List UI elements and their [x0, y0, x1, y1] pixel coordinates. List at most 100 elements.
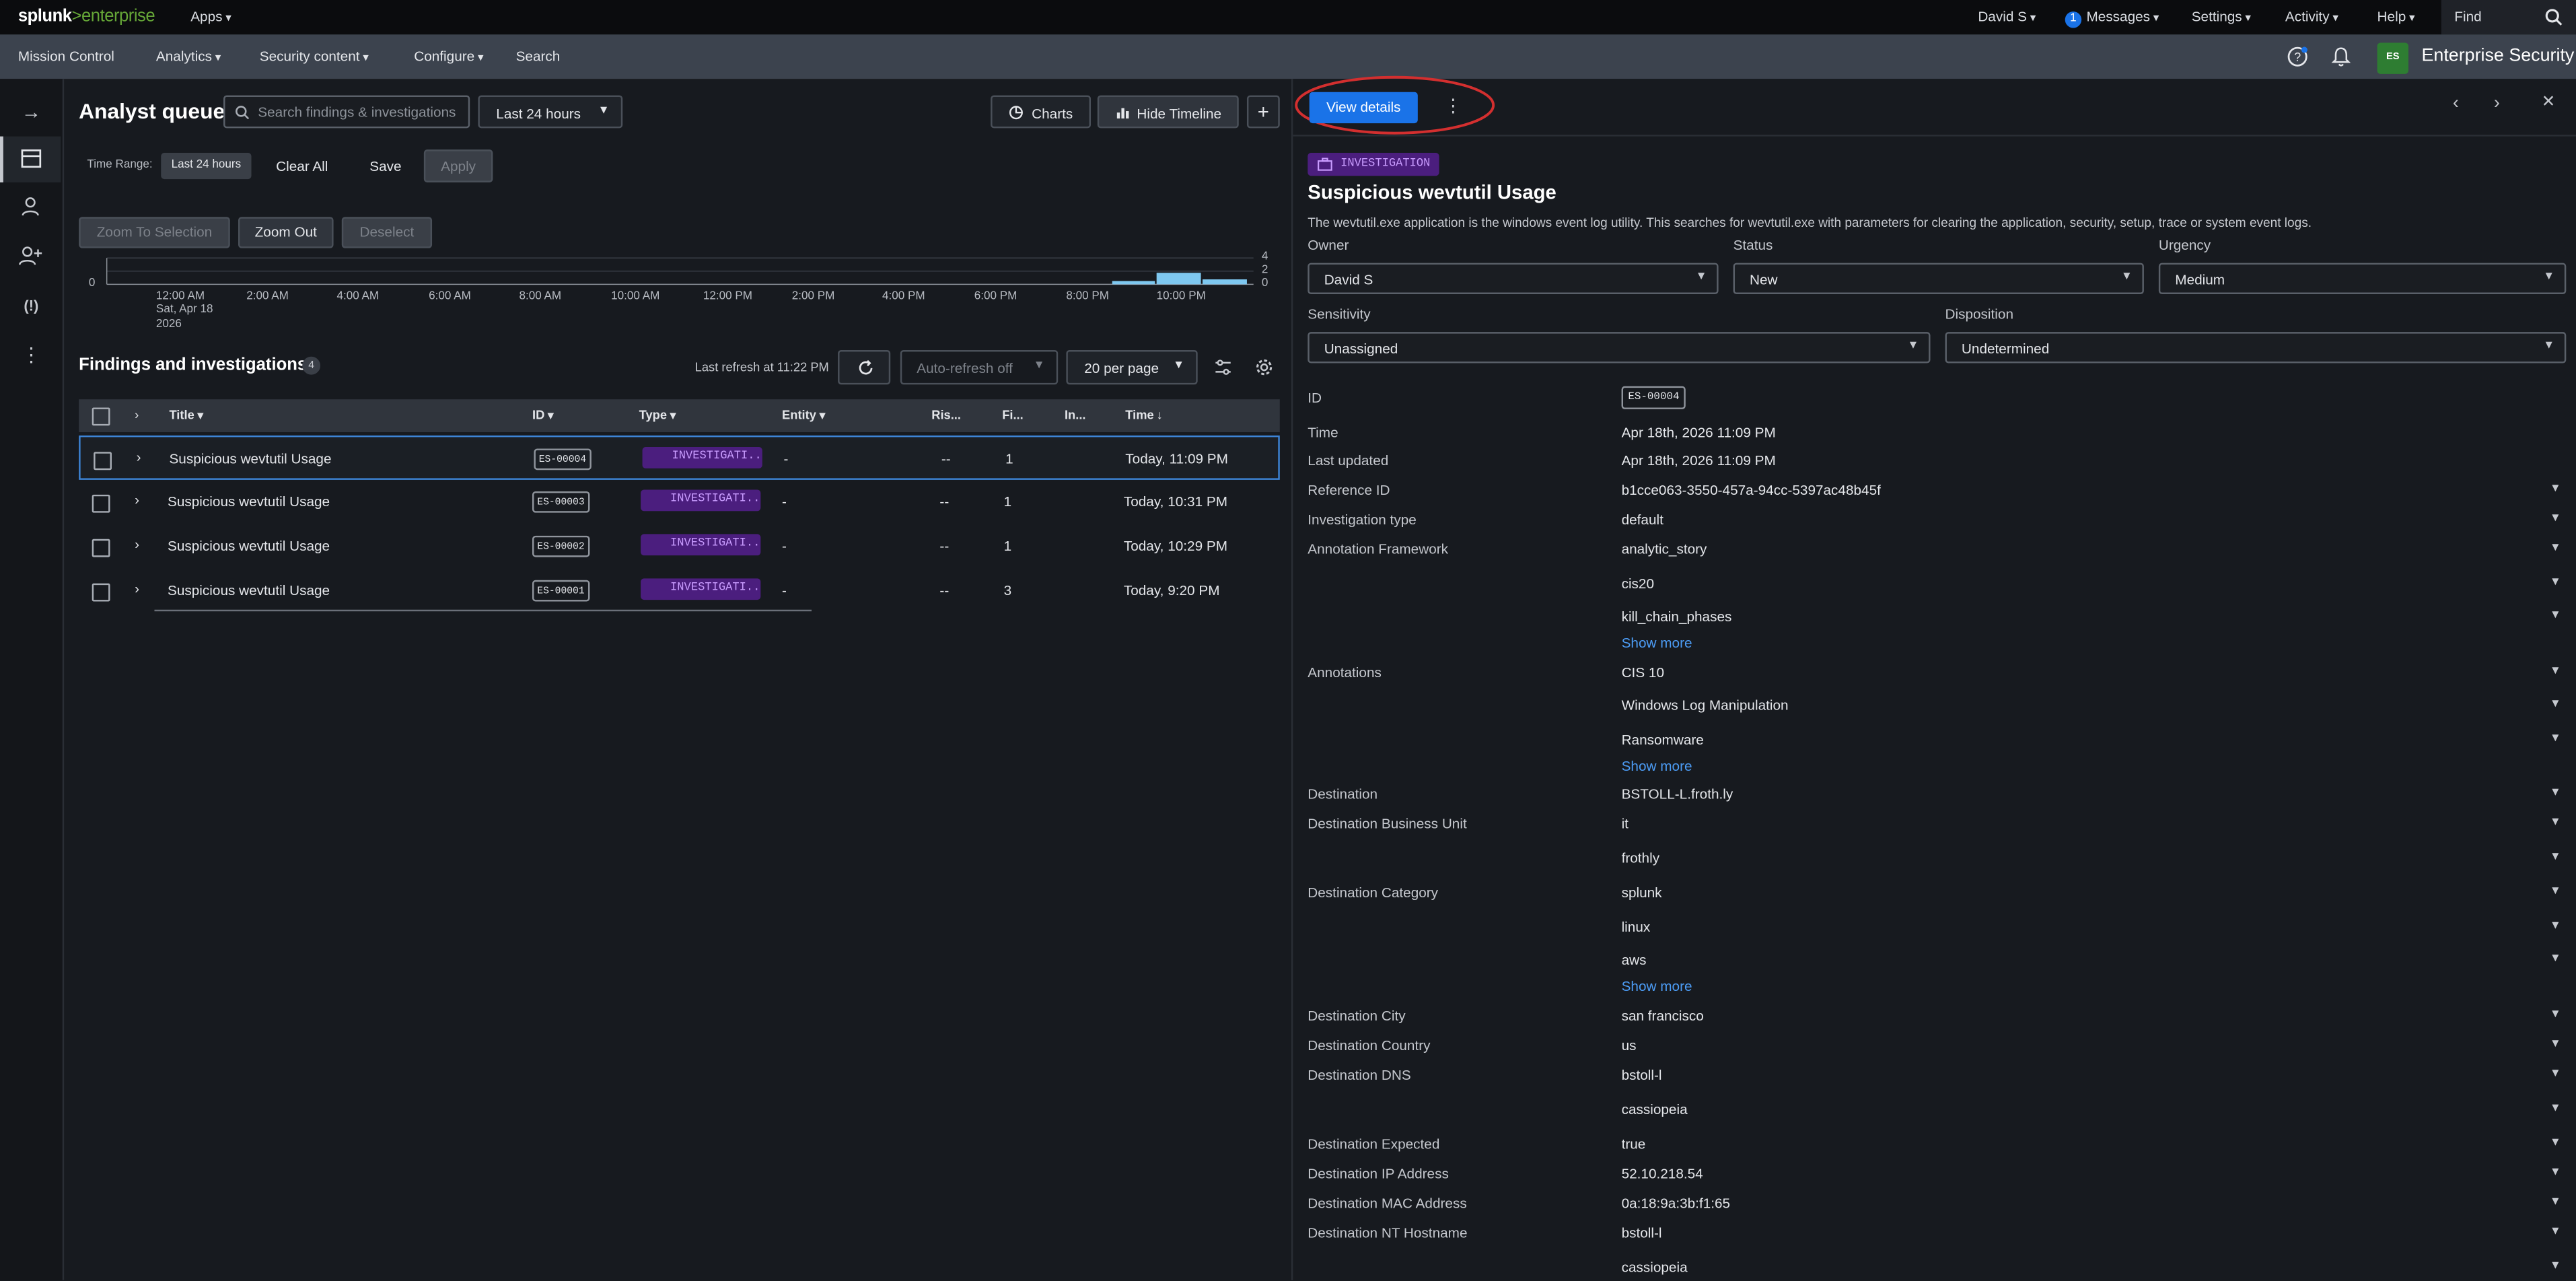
nav-mission-control[interactable]: Mission Control	[18, 48, 114, 64]
field-menu-icon[interactable]: ▼	[2550, 610, 2561, 621]
help-menu[interactable]: Help	[2377, 8, 2415, 24]
expand-row-icon[interactable]: ›	[135, 491, 139, 508]
bell-icon[interactable]	[2331, 46, 2351, 67]
field-menu-icon[interactable]: ▼	[2550, 1009, 2561, 1020]
nav-security-content[interactable]: Security content	[260, 48, 369, 64]
field-menu-icon[interactable]: ▼	[2550, 953, 2561, 965]
view-details-button[interactable]: View details	[1309, 92, 1418, 124]
field-menu-icon[interactable]: ▼	[2550, 543, 2561, 554]
row-checkbox[interactable]	[94, 452, 112, 471]
row-checkbox[interactable]	[92, 494, 110, 513]
find-input[interactable]: Find	[2441, 0, 2576, 35]
field-menu-icon[interactable]: ▼	[2550, 886, 2561, 897]
auto-refresh-select[interactable]: Auto-refresh off ▼	[900, 349, 1059, 385]
show-more-link[interactable]: Show more	[1622, 634, 1692, 650]
field-menu-icon[interactable]: ▼	[2550, 1196, 2561, 1208]
field-menu-icon[interactable]: ▼	[2550, 1226, 2561, 1237]
refresh-button[interactable]	[838, 349, 891, 385]
expand-row-icon[interactable]: ›	[137, 448, 141, 464]
show-more-link[interactable]: Show more	[1622, 978, 1692, 994]
field-menu-icon[interactable]: ▼	[2550, 787, 2561, 798]
row-title[interactable]: Suspicious wevtutil Usage	[168, 582, 330, 598]
row-checkbox[interactable]	[92, 539, 110, 557]
disposition-select[interactable]: Undetermined ▼	[1945, 332, 2567, 363]
more-vertical-icon[interactable]: ⋮	[18, 342, 44, 368]
owner-select[interactable]: David S ▼	[1308, 263, 1719, 294]
help-circle-icon[interactable]: ?	[2287, 46, 2308, 67]
column-risk[interactable]: Ris...	[931, 407, 961, 422]
row-title[interactable]: Suspicious wevtutil Usage	[168, 537, 330, 553]
activity-menu[interactable]: Activity	[2285, 8, 2338, 24]
column-title[interactable]: Title	[169, 407, 203, 422]
status-select[interactable]: New ▼	[1733, 263, 2144, 294]
user-icon[interactable]	[20, 196, 41, 217]
zoom-to-selection-button[interactable]: Zoom To Selection	[79, 217, 230, 248]
field-menu-icon[interactable]: ▼	[2550, 1260, 2561, 1272]
splunk-logo[interactable]: splunk>enterprise	[18, 7, 155, 26]
field-menu-icon[interactable]: ▼	[2550, 733, 2561, 745]
user-menu[interactable]: David S	[1978, 8, 2036, 24]
close-icon[interactable]: ✕	[2542, 94, 2555, 112]
per-page-select[interactable]: 20 per page ▼	[1066, 349, 1198, 385]
nav-search[interactable]: Search	[516, 48, 561, 64]
urgency-select[interactable]: Medium ▼	[2158, 263, 2567, 294]
next-arrow-icon[interactable]: ›	[2494, 94, 2500, 113]
gear-icon[interactable]	[1255, 358, 1273, 376]
table-row[interactable]: › Suspicious wevtutil Usage ES-00003 INV…	[79, 480, 1280, 524]
findings-search-input[interactable]: Search findings & investigations	[223, 95, 470, 129]
field-menu-icon[interactable]: ▼	[2550, 817, 2561, 828]
filter-sliders-icon[interactable]	[1214, 358, 1232, 376]
messages-menu[interactable]: 1 Messages	[2065, 8, 2159, 28]
apply-button[interactable]: Apply	[423, 149, 493, 182]
row-title[interactable]: Suspicious wevtutil Usage	[169, 450, 331, 466]
settings-menu[interactable]: Settings	[2192, 8, 2251, 24]
field-menu-icon[interactable]: ▼	[2550, 1068, 2561, 1080]
alert-icon[interactable]: (!)	[18, 293, 44, 319]
column-id[interactable]: ID	[532, 407, 554, 422]
column-entity[interactable]: Entity	[782, 407, 825, 422]
field-menu-icon[interactable]: ▼	[2550, 1137, 2561, 1148]
column-type[interactable]: Type	[639, 407, 676, 422]
field-menu-icon[interactable]: ▼	[2550, 699, 2561, 710]
nav-configure[interactable]: Configure	[414, 48, 483, 64]
previous-arrow-icon[interactable]: ‹	[2453, 94, 2459, 113]
clear-all-button[interactable]: Clear All	[276, 158, 328, 174]
nav-analytics[interactable]: Analytics	[156, 48, 221, 64]
rail-item-analyst-queue[interactable]	[0, 136, 61, 182]
column-findings[interactable]: Fi...	[1002, 407, 1024, 422]
save-button[interactable]: Save	[369, 158, 401, 174]
field-menu-icon[interactable]: ▼	[2550, 577, 2561, 588]
field-menu-icon[interactable]: ▼	[2550, 1167, 2561, 1178]
time-range-chip[interactable]: Last 24 hours	[161, 153, 252, 180]
show-more-link[interactable]: Show more	[1622, 757, 1692, 773]
zoom-out-button[interactable]: Zoom Out	[238, 217, 334, 248]
field-menu-icon[interactable]: ▼	[2550, 666, 2561, 677]
apps-menu[interactable]: Apps	[190, 8, 231, 24]
column-time[interactable]: Time	[1125, 407, 1153, 422]
table-row[interactable]: › Suspicious wevtutil Usage ES-00004 INV…	[79, 435, 1280, 480]
field-menu-icon[interactable]: ▼	[2550, 483, 2561, 495]
row-title[interactable]: Suspicious wevtutil Usage	[168, 493, 330, 509]
more-options-icon[interactable]: ⋮	[1444, 96, 1462, 116]
table-row[interactable]: › Suspicious wevtutil Usage ES-00001 INV…	[79, 569, 1280, 613]
column-intermediate[interactable]: In...	[1065, 407, 1086, 422]
field-menu-icon[interactable]: ▼	[2550, 513, 2561, 524]
charts-button[interactable]: Charts	[991, 95, 1092, 129]
field-menu-icon[interactable]: ▼	[2550, 1103, 2561, 1114]
expand-all-icon[interactable]: ›	[135, 407, 139, 422]
table-row[interactable]: › Suspicious wevtutil Usage ES-00002 INV…	[79, 524, 1280, 569]
add-button[interactable]: +	[1246, 95, 1280, 129]
sort-desc-icon[interactable]: ↓	[1157, 407, 1163, 422]
expand-row-icon[interactable]: ›	[135, 580, 139, 596]
field-menu-icon[interactable]: ▼	[2550, 920, 2561, 932]
timeline-chart[interactable]: 0 4 2 0 12:00 AM Sat, Apr 18 2026 2:00 A…	[79, 250, 1280, 340]
select-all-checkbox[interactable]	[92, 407, 110, 426]
field-menu-icon[interactable]: ▼	[2550, 852, 2561, 863]
sensitivity-select[interactable]: Unassigned ▼	[1308, 332, 1931, 363]
field-menu-icon[interactable]: ▼	[2550, 1039, 2561, 1050]
row-checkbox[interactable]	[92, 583, 110, 602]
expand-row-icon[interactable]: ›	[135, 536, 139, 552]
add-user-icon[interactable]	[18, 245, 43, 267]
time-range-select[interactable]: Last 24 hours ▼	[478, 95, 623, 129]
expand-arrow-icon[interactable]: →	[18, 98, 44, 125]
